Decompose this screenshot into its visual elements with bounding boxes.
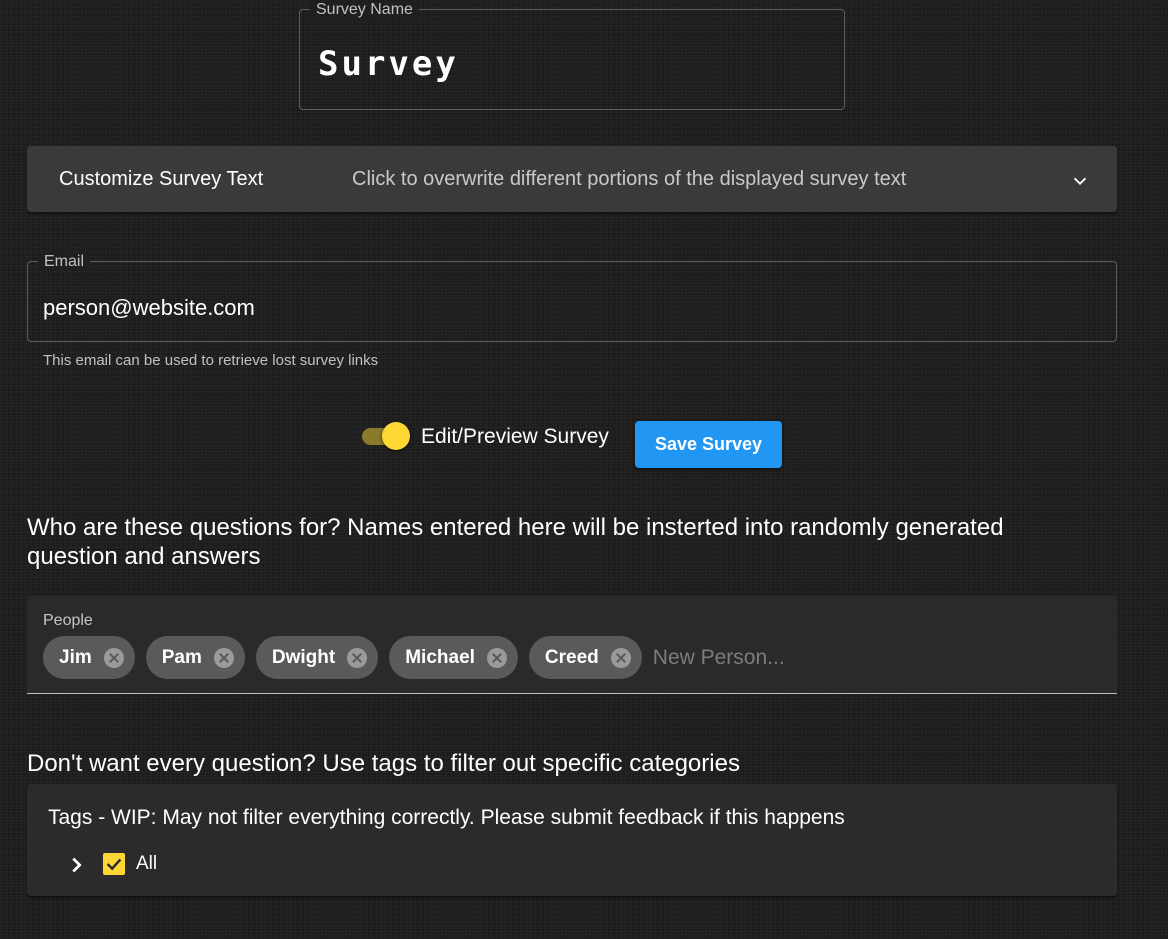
- email-field[interactable]: Email person@website.com: [27, 253, 1117, 342]
- save-survey-button[interactable]: Save Survey: [635, 421, 782, 468]
- tag-all-checkbox[interactable]: [103, 853, 125, 875]
- people-heading: Who are these questions for? Names enter…: [27, 514, 1004, 570]
- accordion-description: Click to overwrite different portions of…: [352, 168, 907, 190]
- chevron-right-icon[interactable]: [65, 854, 87, 876]
- chip-label: Dwight: [271, 646, 336, 668]
- tags-panel: Tags - WIP: May not filter everything co…: [27, 784, 1117, 896]
- person-chip[interactable]: Michael: [389, 636, 518, 679]
- chevron-down-icon[interactable]: [1069, 170, 1091, 192]
- chip-label: Michael: [405, 646, 475, 668]
- survey-name-label: Survey Name: [310, 1, 419, 19]
- survey-name-value[interactable]: Survey: [318, 44, 459, 84]
- new-person-input[interactable]: New Person...: [653, 646, 785, 670]
- tags-title: Tags - WIP: May not filter everything co…: [48, 806, 845, 829]
- remove-chip-icon[interactable]: [103, 647, 124, 668]
- tags-heading: Don't want every question? Use tags to f…: [27, 750, 740, 777]
- people-chips: Jim Pam Dwight Michael Creed New Person.…: [43, 636, 785, 679]
- remove-chip-icon[interactable]: [213, 647, 234, 668]
- accordion-title: Customize Survey Text: [59, 168, 264, 190]
- survey-name-field[interactable]: Survey Name Survey: [299, 1, 845, 110]
- person-chip[interactable]: Jim: [43, 636, 135, 679]
- chip-label: Jim: [59, 646, 92, 668]
- email-helper-text: This email can be used to retrieve lost …: [43, 352, 379, 369]
- people-field[interactable]: People Jim Pam Dwight Michael Creed New …: [27, 596, 1117, 694]
- remove-chip-icon[interactable]: [347, 647, 368, 668]
- people-label: People: [43, 612, 93, 629]
- edit-preview-label: Edit/Preview Survey: [421, 425, 609, 448]
- person-chip[interactable]: Pam: [145, 636, 245, 679]
- email-input-value[interactable]: person@website.com: [43, 295, 255, 321]
- remove-chip-icon[interactable]: [610, 647, 631, 668]
- check-icon: [106, 858, 122, 871]
- chip-label: Pam: [161, 646, 202, 668]
- chip-label: Creed: [544, 646, 599, 668]
- switch-thumb[interactable]: [382, 422, 410, 450]
- tag-all-label: All: [136, 853, 158, 874]
- person-chip[interactable]: Creed: [528, 636, 642, 679]
- email-label: Email: [38, 253, 91, 271]
- customize-survey-text-accordion[interactable]: Customize Survey Text Click to overwrite…: [27, 146, 1117, 212]
- person-chip[interactable]: Dwight: [255, 636, 379, 679]
- remove-chip-icon[interactable]: [486, 647, 507, 668]
